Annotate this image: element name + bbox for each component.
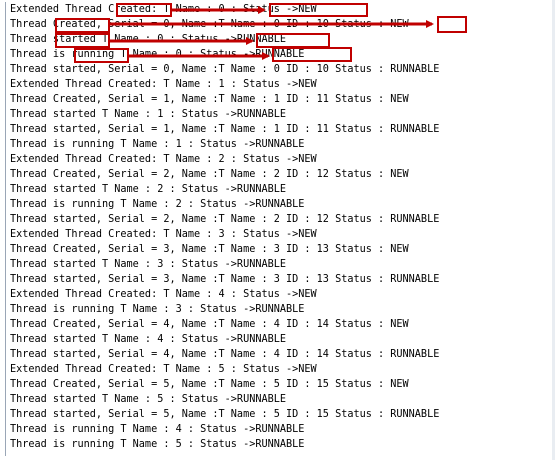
console-line: Thread Created, Serial = 4, Name :T Name…: [10, 319, 409, 330]
console-line: Thread started T Name : 3 : Status ->RUN…: [10, 259, 287, 270]
highlight-status-new-1: [269, 3, 368, 17]
console-line: Extended Thread Created: T Name : 4 : St…: [10, 289, 317, 300]
console-line: Extended Thread Created: T Name : 2 : St…: [10, 154, 317, 165]
console-line: Thread Created, Serial = 2, Name :T Name…: [10, 169, 409, 180]
console-line: Thread started, Serial = 1, Name :T Name…: [10, 124, 440, 135]
console-line: Thread started T Name : 1 : Status ->RUN…: [10, 109, 287, 120]
console-line: Thread started T Name : 4 : Status ->RUN…: [10, 334, 287, 345]
console-line: Thread started T Name : 0 : Status ->RUN…: [10, 34, 287, 45]
console-line: Thread Created, Serial = 5, Name :T Name…: [10, 379, 409, 390]
highlight-started: [55, 33, 110, 48]
console-line: Extended Thread Created: T Name : 3 : St…: [10, 229, 317, 240]
console-line: Thread started T Name : 2 : Status ->RUN…: [10, 184, 287, 195]
console-line: Thread started, Serial = 3, Name :T Name…: [10, 274, 440, 285]
highlight-runnable-1: [256, 33, 330, 48]
console-line: Extended Thread Created: T Name : 5 : St…: [10, 364, 317, 375]
console-line: Thread is running T Name : 1 : Status ->…: [10, 139, 305, 150]
console-line: Thread is running T Name : 3 : Status ->…: [10, 304, 305, 315]
console-line: Thread started, Serial = 2, Name :T Name…: [10, 214, 440, 225]
console-line: Thread is running T Name : 0 : Status ->…: [10, 49, 305, 60]
console-output: Extended Thread Created: T Name : 0 : St…: [5, 2, 552, 456]
highlight-status-new-2: [437, 16, 467, 33]
console-line: Thread started, Serial = 5, Name :T Name…: [10, 409, 440, 420]
console-line: Thread started T Name : 5 : Status ->RUN…: [10, 394, 287, 405]
highlight-created-1: [116, 3, 172, 17]
highlight-created-2: [55, 18, 110, 33]
console-line: Thread Created, Serial = 3, Name :T Name…: [10, 244, 409, 255]
console-line: Thread is running T Name : 5 : Status ->…: [10, 439, 305, 450]
console-line: Thread started, Serial = 0, Name :T Name…: [10, 64, 440, 75]
console-line: Extended Thread Created: T Name : 1 : St…: [10, 79, 317, 90]
console-line: Thread is running T Name : 4 : Status ->…: [10, 424, 305, 435]
highlight-running: [74, 48, 129, 63]
console-line: Thread started, Serial = 4, Name :T Name…: [10, 349, 440, 360]
console-line: Thread is running T Name : 2 : Status ->…: [10, 199, 305, 210]
console-line: Thread Created, Serial = 1, Name :T Name…: [10, 94, 409, 105]
highlight-runnable-2: [272, 47, 352, 62]
